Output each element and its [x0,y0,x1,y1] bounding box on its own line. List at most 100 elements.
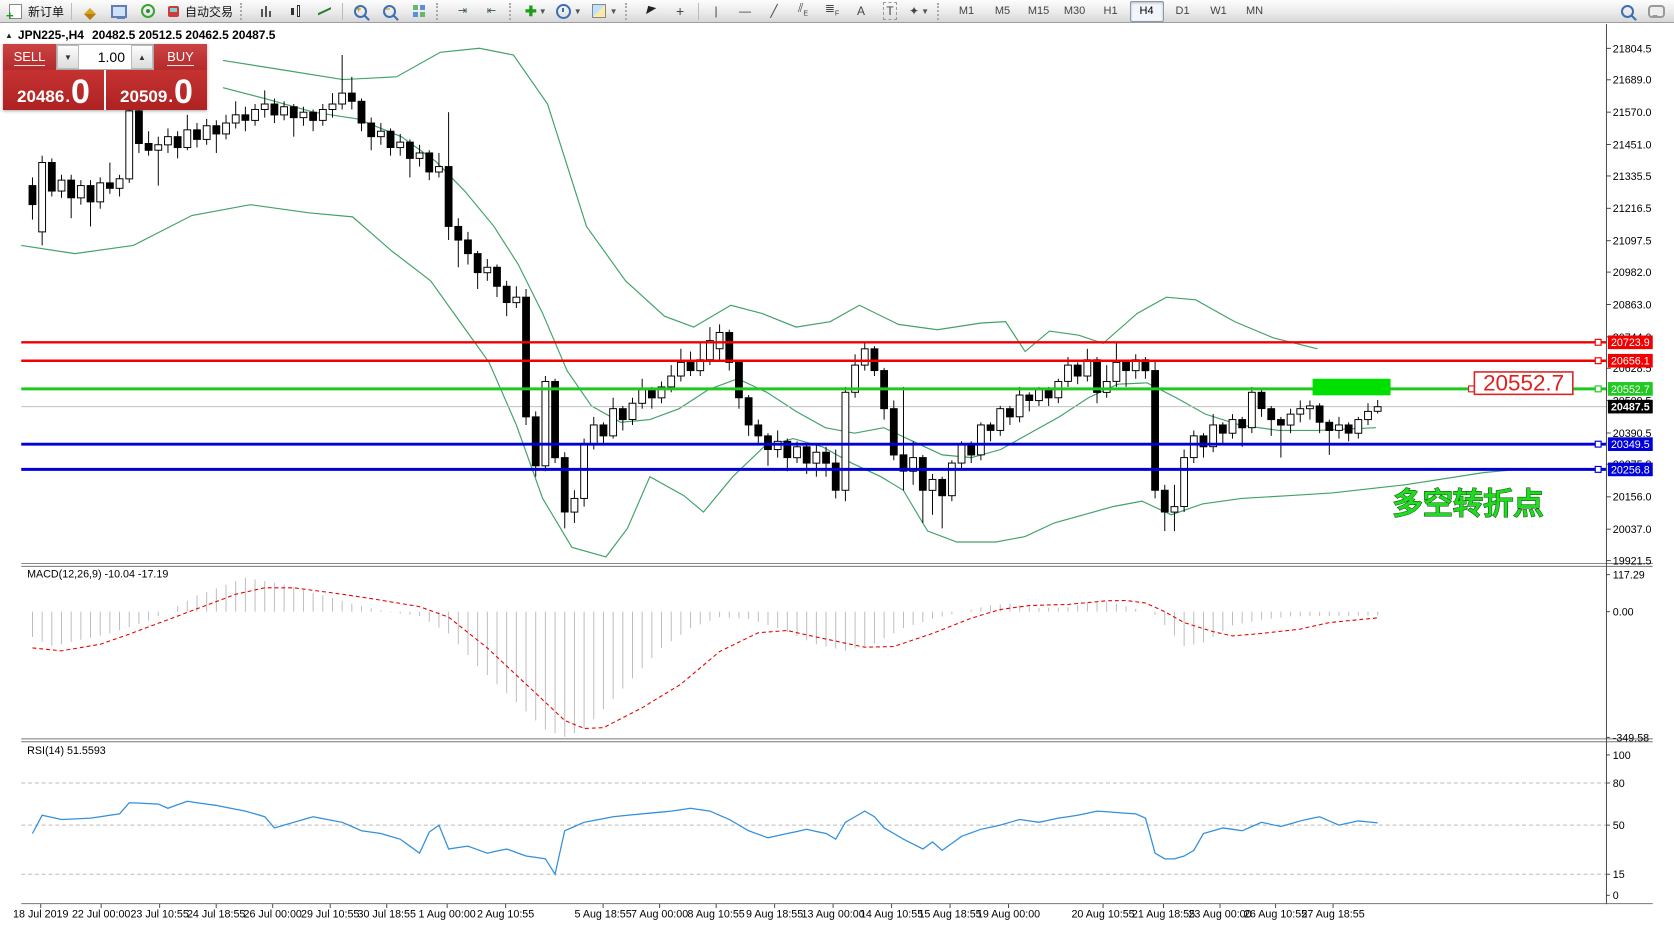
zoom-out-button[interactable]: − [376,1,403,22]
fibonacci-button[interactable]: ≣F [819,1,846,22]
chart-shift-icon: ⇤ [487,3,496,19]
cursor-button[interactable]: ◤ [638,1,665,22]
channel-button[interactable]: ⫽E [790,1,817,22]
chart-area[interactable]: 20552.7多空转折点MACD(12,26,9) -10.04 -17.19R… [0,24,1674,945]
svg-text:20256.8: 20256.8 [1611,464,1650,476]
terminal-button[interactable] [105,1,132,22]
collapse-icon[interactable]: ▲ [5,31,13,40]
candlestick-chart-button[interactable] [282,1,309,22]
timeframe-h1-button[interactable]: H1 [1094,1,1128,22]
volume-increase-button[interactable]: ▲ [131,45,153,69]
volume-decrease-button[interactable]: ▼ [57,45,79,69]
template-icon [592,4,606,18]
timeframe-mn-button[interactable]: MN [1238,1,1272,22]
vertical-line-button[interactable]: | [703,1,730,22]
auto-trading-icon [168,6,179,17]
buy-price[interactable]: 20509.0 [106,70,207,110]
svg-text:RSI(14) 51.5593: RSI(14) 51.5593 [27,745,106,757]
svg-text:0: 0 [1613,890,1619,902]
text-label-button[interactable]: T [877,1,904,22]
zoom-in-button[interactable]: + [347,1,374,22]
timeframe-h4-button[interactable]: H4 [1130,1,1164,22]
svg-text:100: 100 [1613,750,1631,762]
svg-text:30 Jul 18:55: 30 Jul 18:55 [358,909,416,921]
toolbar: 新订单 自动交易 + − ⇥ ⇤ ✚▼ ▼ ▼ ◤ + | — ╱ ⫽E ≣F … [0,0,1674,23]
svg-text:7 Aug 00:00: 7 Aug 00:00 [631,909,688,921]
toolbar-grip [937,3,946,20]
bar-chart-icon [260,5,273,17]
buy-button[interactable]: BUY [154,44,207,70]
svg-text:-349.58: -349.58 [1613,732,1649,744]
svg-text:21689.0: 21689.0 [1613,75,1652,87]
timeframe-w1-button[interactable]: W1 [1202,1,1236,22]
auto-scroll-button[interactable]: ⇥ [449,1,476,22]
sell-button[interactable]: SELL [3,44,56,70]
sell-price[interactable]: 20486.0 [3,70,104,110]
periods-button[interactable]: ▼ [552,1,585,22]
timeframe-m5-button[interactable]: M5 [986,1,1020,22]
text-button[interactable]: A [848,1,875,22]
timeframe-m30-button[interactable]: M30 [1058,1,1092,22]
timeframe-d1-button[interactable]: D1 [1166,1,1200,22]
svg-text:20349.5: 20349.5 [1611,439,1650,451]
crosshair-button[interactable]: + [667,1,694,22]
bar-chart-button[interactable] [253,1,280,22]
svg-text:2 Aug 10:55: 2 Aug 10:55 [477,909,534,921]
chat-icon [1648,5,1665,18]
svg-text:80: 80 [1613,778,1625,790]
text-label-icon: T [883,2,896,20]
svg-text:21570.0: 21570.0 [1613,107,1652,119]
cn-annotation[interactable]: 多空转折点 [1393,487,1544,521]
svg-text:20656.1: 20656.1 [1611,356,1650,368]
indicators-button[interactable]: ✚▼ [522,1,550,22]
svg-text:21097.5: 21097.5 [1613,236,1652,248]
auto-scroll-icon: ⇥ [458,3,467,19]
svg-text:22 Jul 00:00: 22 Jul 00:00 [72,909,130,921]
trendline-button[interactable]: ╱ [761,1,788,22]
timeframe-toolbar: M1M5M15M30H1H4D1W1MN [949,1,1273,22]
channel-icon: ⫽E [798,0,808,22]
horizontal-line-button[interactable]: — [732,1,759,22]
svg-text:20156.0: 20156.0 [1613,492,1652,504]
volume-input[interactable] [79,45,131,69]
arrows-button[interactable]: ✦▼ [906,1,933,22]
mt4-window: 新订单 自动交易 + − ⇥ ⇤ ✚▼ ▼ ▼ ◤ + | — ╱ ⫽E ≣F … [0,0,1674,945]
vertical-line-icon: | [714,3,717,19]
svg-text:23 Jul 10:55: 23 Jul 10:55 [130,909,188,921]
candlestick-chart-icon [289,5,302,18]
templates-button[interactable]: ▼ [587,1,621,22]
zoom-out-icon: − [383,5,396,18]
timeframe-m15-button[interactable]: M15 [1022,1,1056,22]
profiles-button[interactable] [76,1,103,22]
auto-trading-button[interactable]: 自动交易 [163,1,236,22]
crosshair-icon: + [676,4,684,19]
svg-text:18 Jul 2019: 18 Jul 2019 [13,909,68,921]
svg-text:20863.0: 20863.0 [1613,299,1652,311]
new-order-label: 新订单 [28,3,64,20]
new-order-button[interactable]: 新订单 [4,1,67,22]
svg-text:26 Jul 00:00: 26 Jul 00:00 [244,909,302,921]
chart-shift-button[interactable]: ⇤ [478,1,505,22]
search-button[interactable] [1614,1,1641,22]
tile-windows-button[interactable] [405,1,432,22]
chat-button[interactable] [1643,1,1670,22]
svg-text:21216.5: 21216.5 [1613,203,1652,215]
one-click-trading-panel: SELL ▼ ▲ BUY 20486.0 20509.0 [3,44,207,110]
svg-text:21335.5: 21335.5 [1613,171,1652,183]
price-chart-svg[interactable]: 20552.7多空转折点MACD(12,26,9) -10.04 -17.19R… [0,24,1674,945]
timeframe-m1-button[interactable]: M1 [950,1,984,22]
fibonacci-icon: ≣F [825,0,839,22]
cursor-icon: ◤ [645,2,657,20]
horizontal-line-icon: — [739,3,751,19]
svg-text:50: 50 [1613,820,1625,832]
svg-text:13 Aug 00:00: 13 Aug 00:00 [802,909,865,921]
ohlc-values: 20482.5 20512.5 20462.5 20487.5 [92,28,276,42]
svg-text:24 Jul 18:55: 24 Jul 18:55 [187,909,245,921]
new-order-icon [9,4,22,19]
svg-text:21451.0: 21451.0 [1613,139,1652,151]
line-chart-button[interactable] [311,1,338,22]
green-highlight-box[interactable] [1313,379,1391,396]
tile-windows-icon [413,5,425,17]
search-icon [1621,5,1634,18]
signals-button[interactable] [134,1,161,22]
